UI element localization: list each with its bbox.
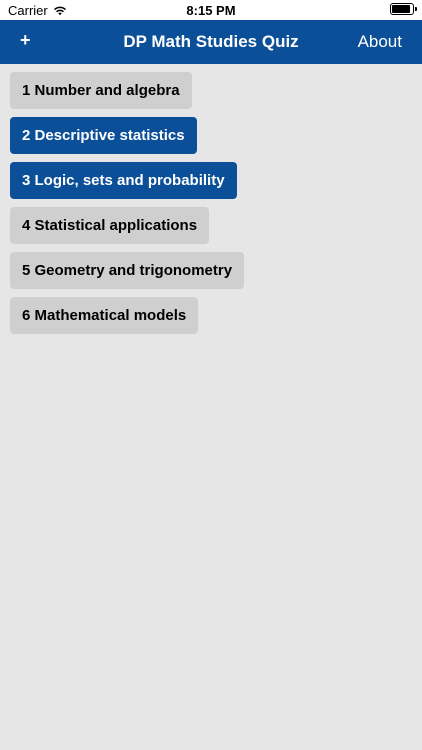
add-button[interactable]: + [20, 30, 31, 51]
about-button[interactable]: About [358, 32, 402, 52]
topic-button-mathematical-models[interactable]: 6 Mathematical models [10, 297, 199, 334]
topic-button-statistical-applications[interactable]: 4 Statistical applications [10, 207, 210, 244]
status-time: 8:15 PM [186, 3, 236, 18]
topic-button-descriptive-statistics[interactable]: 2 Descriptive statistics [10, 117, 197, 154]
topic-button-geometry-trigonometry[interactable]: 5 Geometry and trigonometry [10, 252, 245, 289]
status-bar: Carrier 8:15 PM [0, 0, 422, 20]
battery-icon [390, 3, 417, 15]
topic-button-number-algebra[interactable]: 1 Number and algebra [10, 72, 192, 109]
topic-button-logic-sets-probability[interactable]: 3 Logic, sets and probability [10, 162, 237, 199]
topic-list: 1 Number and algebra 2 Descriptive stati… [0, 64, 422, 334]
navigation-bar: + DP Math Studies Quiz About [0, 20, 422, 64]
